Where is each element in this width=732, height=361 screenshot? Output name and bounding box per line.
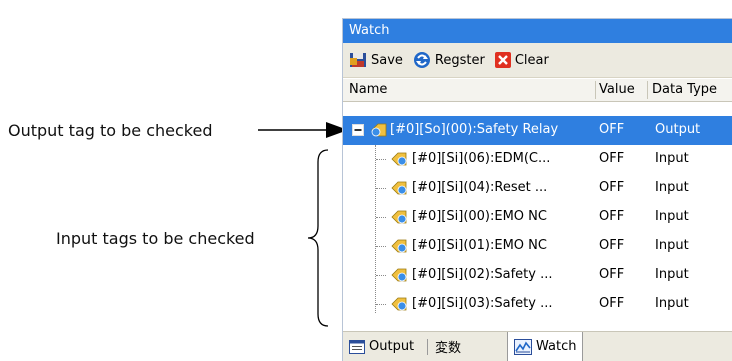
input-tag-icon — [391, 152, 407, 166]
curly-brace-icon — [307, 149, 329, 327]
watch-row-input[interactable]: [#0][Si](02):Safety ... OFF Input — [343, 261, 732, 290]
column-name[interactable]: Name — [349, 82, 387, 97]
input-tag-icon — [391, 268, 407, 282]
tab-variables[interactable]: 変数 — [429, 332, 467, 361]
clear-label: Clear — [514, 52, 549, 68]
watch-row-input[interactable]: [#0][Si](00):EMO NC OFF Input — [343, 203, 732, 232]
tag-name: [#0][Si](03):Safety ... — [412, 296, 553, 311]
tag-name: [#0][Si](01):EMO NC — [412, 238, 547, 253]
register-button[interactable]: Regster — [413, 51, 485, 69]
toolbar: Save Regster Clear — [343, 43, 732, 78]
tag-data-type: Input — [655, 238, 689, 253]
refresh-icon — [413, 52, 430, 68]
save-label: Save — [371, 52, 403, 68]
tag-data-type: Input — [655, 296, 689, 311]
input-tags-annotation: Input tags to be checked — [56, 229, 255, 248]
collapse-icon[interactable] — [352, 124, 364, 136]
input-tag-icon — [391, 181, 407, 195]
tag-data-type: Input — [655, 209, 689, 224]
tag-data-type: Input — [655, 151, 689, 166]
register-label: Regster — [434, 52, 485, 68]
watch-row-input[interactable]: [#0][Si](03):Safety ... OFF Input — [343, 290, 732, 319]
tab-watch-label: Watch — [536, 339, 577, 354]
output-tag-icon — [371, 123, 387, 137]
watch-window: Watch Save Regster Clear Name Value Data… — [342, 18, 732, 361]
tab-output-label: Output — [369, 339, 415, 354]
clear-button[interactable]: Clear — [494, 52, 549, 68]
tag-name: [#0][Si](02):Safety ... — [412, 267, 553, 282]
annotation-arrow-icon — [258, 122, 348, 138]
tag-name: [#0][Si](00):EMO NC — [412, 209, 547, 224]
input-tag-icon — [391, 239, 407, 253]
tag-value: OFF — [599, 122, 625, 137]
watch-row-output[interactable]: [#0][So](00):Safety Relay OFF Output — [343, 116, 732, 145]
window-title: Watch — [343, 19, 732, 43]
watch-row-input[interactable]: [#0][Si](01):EMO NC OFF Input — [343, 232, 732, 261]
watch-row-input[interactable]: [#0][Si](06):EDM(C... OFF Input — [343, 145, 732, 174]
output-window-icon — [349, 339, 365, 354]
tag-value: OFF — [599, 180, 625, 195]
tag-value: OFF — [599, 151, 625, 166]
bottom-tab-bar: Output 変数 Watch — [343, 331, 732, 361]
save-icon — [350, 53, 366, 67]
watch-row-input[interactable]: [#0][Si](04):Reset ... OFF Input — [343, 174, 732, 203]
tag-value: OFF — [599, 296, 625, 311]
tag-data-type: Output — [655, 122, 701, 137]
column-header: Name Value Data Type — [343, 79, 732, 102]
tag-value: OFF — [599, 267, 625, 282]
tab-watch[interactable]: Watch — [507, 332, 584, 361]
tag-name: [#0][Si](04):Reset ... — [412, 180, 548, 195]
watch-icon — [514, 338, 532, 355]
tag-data-type: Input — [655, 267, 689, 282]
column-value[interactable]: Value — [599, 82, 635, 97]
tab-output[interactable]: Output — [343, 332, 420, 361]
tag-value: OFF — [599, 238, 625, 253]
tab-variables-label: 変数 — [435, 341, 462, 356]
save-button[interactable]: Save — [349, 51, 403, 69]
input-tag-icon — [391, 297, 407, 311]
tag-name: [#0][Si](06):EDM(C... — [412, 151, 551, 166]
output-tag-annotation: Output tag to be checked — [8, 121, 213, 140]
clear-icon — [494, 52, 511, 68]
tag-value: OFF — [599, 209, 625, 224]
tag-data-type: Input — [655, 180, 689, 195]
tag-name: [#0][So](00):Safety Relay — [390, 122, 559, 137]
input-tag-icon — [391, 210, 407, 224]
column-data-type[interactable]: Data Type — [652, 82, 717, 97]
